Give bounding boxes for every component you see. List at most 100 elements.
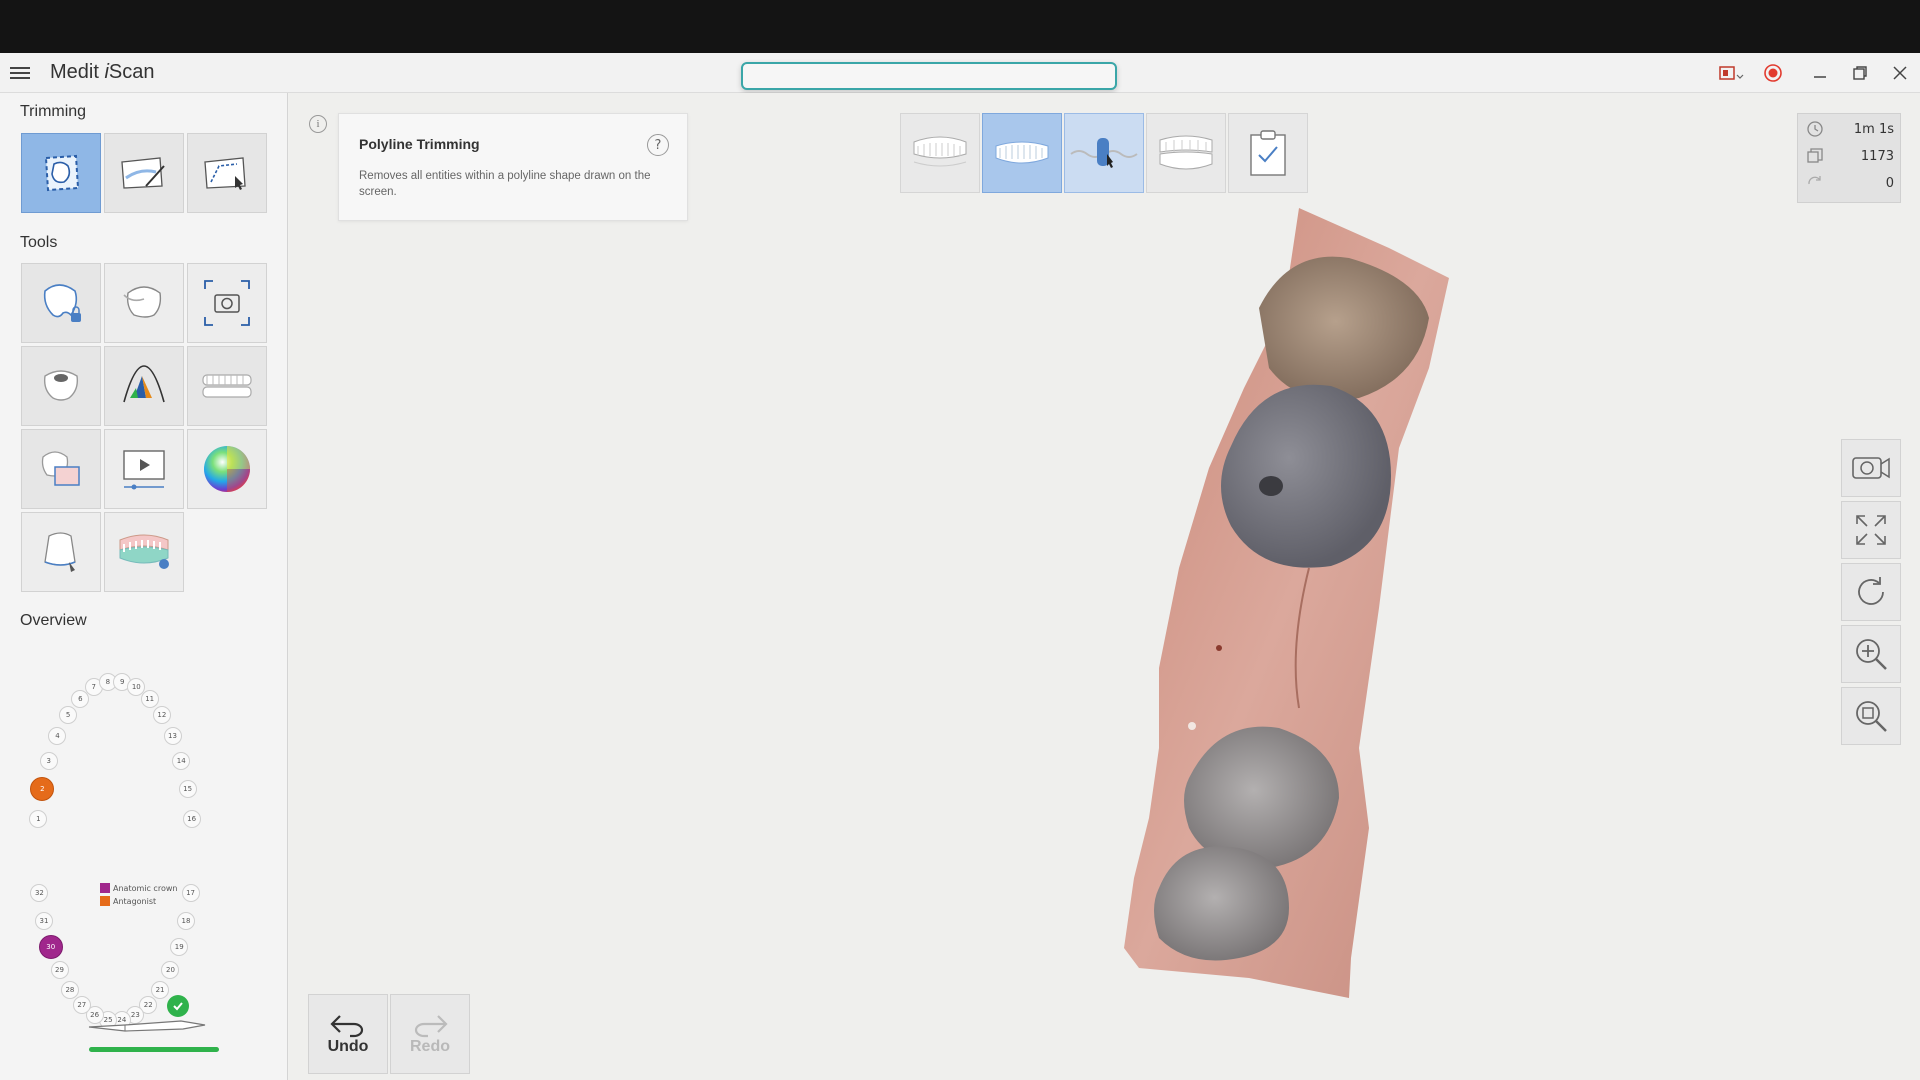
tooth-18[interactable]: 18 bbox=[176, 912, 195, 931]
restore-icon[interactable] bbox=[1845, 59, 1875, 87]
tooth-view-button[interactable] bbox=[21, 346, 101, 426]
arch-review-icon bbox=[119, 534, 169, 569]
tooth-29[interactable]: 29 bbox=[50, 961, 69, 980]
stage-bite[interactable] bbox=[1146, 113, 1226, 193]
tooth-view-icon bbox=[43, 370, 79, 401]
tooth-scan-icon bbox=[123, 286, 162, 318]
search-input[interactable] bbox=[741, 62, 1117, 90]
help-icon[interactable]: ? bbox=[647, 134, 669, 156]
mesh-view-icon bbox=[41, 451, 80, 486]
preparation-margin-button[interactable] bbox=[21, 512, 101, 592]
jaw-button[interactable] bbox=[187, 346, 267, 426]
tool-tip-card: Polyline Trimming Removes all entities w… bbox=[338, 113, 688, 221]
tip-title: Polyline Trimming bbox=[359, 136, 480, 152]
tooth-17[interactable]: 17 bbox=[181, 884, 200, 903]
color-map-icon bbox=[123, 365, 165, 403]
refresh-icon bbox=[1858, 577, 1884, 605]
legend-antagonist: Antagonist bbox=[100, 896, 177, 906]
right-view-tools bbox=[1841, 439, 1901, 749]
tooth-5[interactable]: 5 bbox=[59, 706, 78, 725]
stage-complete[interactable] bbox=[1228, 113, 1308, 193]
close-icon[interactable] bbox=[1885, 59, 1915, 87]
tooth-lock-icon bbox=[43, 284, 81, 322]
expand-icon bbox=[1856, 515, 1886, 545]
zoom-in-button[interactable] bbox=[1841, 625, 1901, 683]
fit-to-screen-button[interactable] bbox=[1841, 501, 1901, 559]
tooth-3[interactable]: 3 bbox=[39, 752, 58, 771]
color-sphere-button[interactable] bbox=[187, 429, 267, 509]
zoom-fit-button[interactable] bbox=[1841, 687, 1901, 745]
stat-frames: 1173 bbox=[1806, 145, 1894, 167]
tooth-16[interactable]: 16 bbox=[182, 810, 201, 829]
tooth-19[interactable]: 19 bbox=[170, 938, 189, 957]
play-video-button[interactable] bbox=[104, 429, 184, 509]
redo-label: Redo bbox=[410, 1038, 450, 1055]
tooth-2[interactable]: 2 bbox=[30, 777, 55, 802]
tooth-14[interactable]: 14 bbox=[172, 752, 191, 771]
stage-upper-jaw[interactable] bbox=[900, 113, 980, 193]
reset-rotation-button[interactable] bbox=[1841, 563, 1901, 621]
frames-icon bbox=[1807, 148, 1823, 163]
zoom-fit-icon bbox=[1856, 701, 1887, 732]
hamburger-menu-icon[interactable] bbox=[10, 64, 30, 82]
tooth-32[interactable]: 32 bbox=[30, 884, 49, 903]
redo-button[interactable]: Redo bbox=[390, 994, 470, 1074]
clipboard-check-icon bbox=[1250, 130, 1286, 176]
info-icon[interactable]: i bbox=[309, 115, 327, 133]
tooth-30[interactable]: 30 bbox=[38, 935, 63, 960]
layout-dropdown-icon[interactable] bbox=[1716, 59, 1746, 87]
record-icon[interactable] bbox=[1758, 59, 1788, 87]
scanner-status bbox=[85, 991, 225, 1061]
color-map-button[interactable] bbox=[104, 346, 184, 426]
brush-trimming-button[interactable] bbox=[104, 133, 184, 213]
tooth-15[interactable]: 15 bbox=[178, 780, 197, 799]
tooth-12[interactable]: 12 bbox=[152, 706, 171, 725]
dental-scan-model[interactable] bbox=[1009, 188, 1469, 1018]
minimize-icon[interactable] bbox=[1805, 59, 1835, 87]
stat-frames-value: 1173 bbox=[1860, 148, 1894, 164]
stage-lower-jaw[interactable] bbox=[982, 113, 1062, 193]
upper-jaw-icon bbox=[913, 136, 967, 167]
color-sphere-icon bbox=[204, 446, 250, 492]
overview-title: Overview bbox=[20, 612, 87, 629]
3d-viewport[interactable]: i Polyline Trimming Removes all entities… bbox=[289, 93, 1920, 1080]
stat-time: 1m 1s bbox=[1806, 118, 1894, 140]
bite-icon bbox=[1159, 135, 1213, 170]
legend-anatomic-crown: Anatomic crown bbox=[100, 883, 177, 893]
camera-view-button[interactable] bbox=[1841, 439, 1901, 497]
tooth-31[interactable]: 31 bbox=[35, 912, 53, 931]
preparation-margin-icon bbox=[44, 532, 76, 572]
tooth-11[interactable]: 11 bbox=[140, 689, 159, 708]
mesh-view-button[interactable] bbox=[21, 429, 101, 509]
scan-body-icon bbox=[1070, 138, 1138, 168]
undo-button[interactable]: Undo bbox=[308, 994, 388, 1074]
camera-capture-icon bbox=[204, 280, 250, 326]
stage-scan-body[interactable] bbox=[1064, 113, 1144, 193]
scan-stats-panel: 1m 1s 1173 0 bbox=[1797, 113, 1901, 203]
polyline-trimming-button[interactable] bbox=[21, 133, 101, 213]
video-camera-icon bbox=[1852, 457, 1890, 479]
arch-review-button[interactable] bbox=[104, 512, 184, 592]
tooth-28[interactable]: 28 bbox=[60, 980, 79, 999]
tip-description: Removes all entities within a polyline s… bbox=[359, 170, 651, 198]
lock-tooth-button[interactable] bbox=[21, 263, 101, 343]
scan-stage-bar bbox=[900, 113, 1310, 193]
lasso-trimming-button[interactable] bbox=[187, 133, 267, 213]
app-title: Medit iScan bbox=[50, 61, 155, 83]
undo-redo-group: Undo Redo bbox=[308, 994, 472, 1074]
redo-icon bbox=[414, 1015, 448, 1038]
tools-title: Tools bbox=[20, 234, 58, 251]
stat-rotations-value: 0 bbox=[1885, 175, 1894, 191]
scanner-ok-icon bbox=[167, 995, 189, 1017]
tooth-20[interactable]: 20 bbox=[161, 961, 180, 980]
brush-trimming-icon bbox=[121, 157, 165, 189]
capture-button[interactable] bbox=[187, 263, 267, 343]
tooth-13[interactable]: 13 bbox=[163, 727, 182, 746]
left-sidebar: Trimming Tools Overview 1 2 3 4 5 6 7 8 … bbox=[0, 93, 288, 1080]
tooth-1[interactable]: 1 bbox=[29, 810, 48, 829]
tooth-4[interactable]: 4 bbox=[48, 727, 67, 746]
timer-icon bbox=[1807, 121, 1823, 137]
title-bar: Medit iScan bbox=[0, 53, 1920, 93]
lasso-trimming-icon bbox=[204, 157, 246, 190]
tooth-scan-button[interactable] bbox=[104, 263, 184, 343]
